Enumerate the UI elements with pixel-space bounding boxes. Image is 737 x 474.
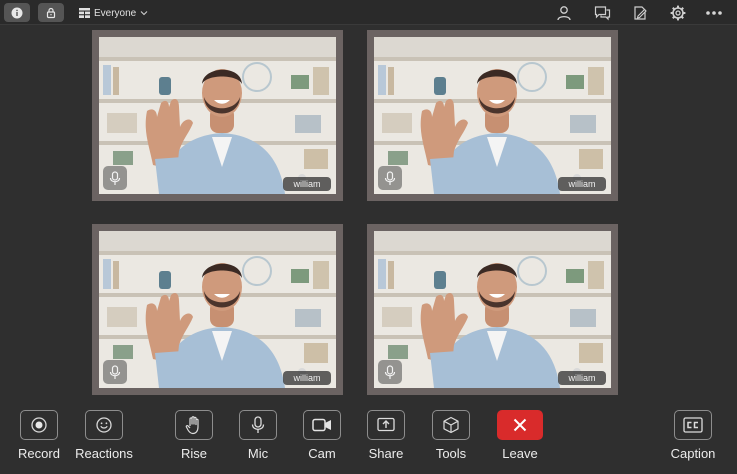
leave-button-box[interactable] (497, 410, 543, 440)
tile-mic-button[interactable] (378, 166, 402, 190)
participant-video (374, 231, 611, 388)
caption-button[interactable]: Caption (658, 410, 728, 470)
record-button-box[interactable] (20, 410, 58, 440)
caption-button-box[interactable] (674, 410, 712, 440)
microphone-icon (109, 170, 121, 185)
leave-label: Leave (502, 446, 538, 461)
microphone-icon (251, 416, 265, 433)
tools-label: Tools (435, 446, 467, 461)
microphone-icon (384, 170, 396, 185)
participant-video-image (374, 37, 611, 194)
participant-video-image (99, 231, 336, 388)
participant-video-image (99, 37, 336, 194)
tile-mic-button[interactable] (103, 360, 127, 384)
participant-video (99, 231, 336, 388)
record-label: Record (18, 446, 60, 461)
rise-label: Rise (180, 446, 207, 461)
share-label: Share (368, 446, 404, 461)
tile-mic-button[interactable] (103, 166, 127, 190)
participant-name: william (558, 177, 606, 191)
participant-video (99, 37, 336, 194)
participant-name: william (558, 371, 606, 385)
hand-icon (185, 416, 199, 435)
tile-mic-button[interactable] (378, 360, 402, 384)
close-icon (513, 418, 527, 432)
participant-tile[interactable]: william (367, 224, 618, 395)
rise-button[interactable]: Rise (159, 410, 229, 470)
participant-tile[interactable]: william (367, 30, 618, 201)
smiley-icon (96, 417, 112, 433)
tools-button-box[interactable] (432, 410, 470, 440)
share-screen-icon (377, 417, 395, 432)
reactions-button-box[interactable] (85, 410, 123, 440)
participant-name: william (283, 177, 331, 191)
mic-button-box[interactable] (239, 410, 277, 440)
record-button[interactable]: Record (4, 410, 74, 470)
mic-label: Mic (247, 446, 269, 461)
camera-icon (312, 418, 331, 432)
participant-video (374, 37, 611, 194)
record-icon (31, 417, 47, 433)
participant-name: william (283, 371, 331, 385)
cam-label: Cam (308, 446, 336, 461)
participant-video-image (374, 231, 611, 388)
microphone-icon (384, 364, 396, 379)
bottom-toolbar: Record Reactions Rise Mic Cam Share Tool… (0, 405, 737, 474)
leave-button[interactable]: Leave (485, 410, 555, 470)
cam-button-box[interactable] (303, 410, 341, 440)
share-button-box[interactable] (367, 410, 405, 440)
video-grid: william william william william (0, 0, 737, 474)
reactions-label: Reactions (75, 446, 133, 461)
mic-button[interactable]: Mic (223, 410, 293, 470)
microphone-icon (109, 364, 121, 379)
participant-tile[interactable]: william (92, 30, 343, 201)
closed-caption-icon (683, 417, 703, 433)
cam-button[interactable]: Cam (287, 410, 357, 470)
reactions-button[interactable]: Reactions (69, 410, 139, 470)
participant-tile[interactable]: william (92, 224, 343, 395)
caption-label: Caption (670, 446, 716, 461)
tools-button[interactable]: Tools (416, 410, 486, 470)
share-button[interactable]: Share (351, 410, 421, 470)
cube-icon (443, 416, 459, 434)
rise-button-box[interactable] (175, 410, 213, 440)
